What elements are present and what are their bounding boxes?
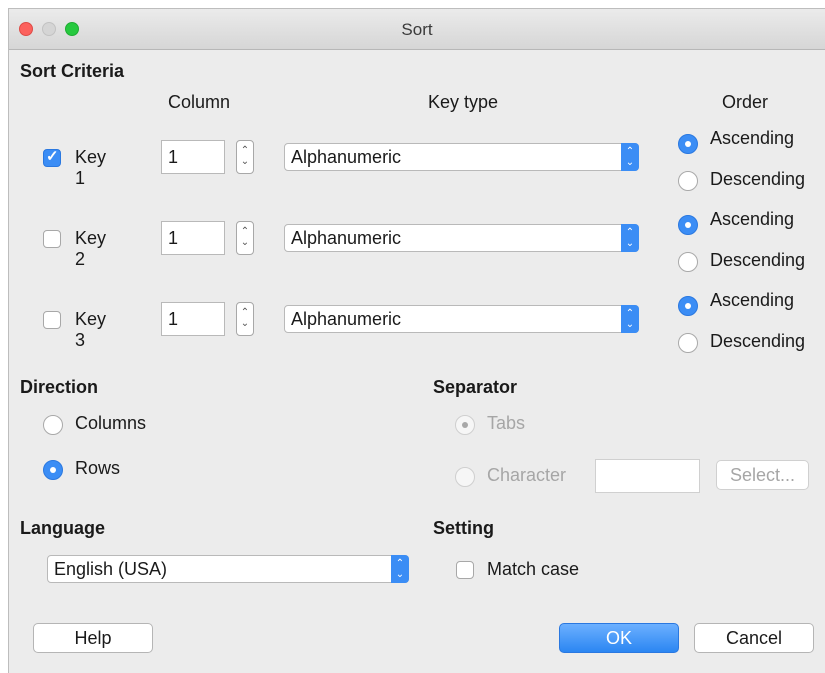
key-1-column-input[interactable]: 1 [161, 140, 225, 174]
key-2-descending-radio[interactable] [678, 252, 698, 272]
ok-button[interactable]: OK [559, 623, 679, 653]
key-3-ascending-label: Ascending [710, 290, 795, 310]
key-3-label: Key 3 [75, 309, 107, 350]
order-header: Order [722, 92, 769, 112]
window-title: Sort [401, 20, 433, 39]
direction-rows-label: Rows [75, 458, 121, 478]
select-arrows-icon: ⌃ ⌄ [391, 555, 409, 583]
language-select[interactable]: English (USA) ⌃ ⌄ [47, 555, 409, 583]
direction-rows-radio[interactable] [43, 460, 63, 480]
key-2-column-input[interactable]: 1 [161, 221, 225, 255]
column-header: Column [168, 92, 231, 112]
key-1-checkbox[interactable] [43, 147, 61, 167]
key-3-column-input[interactable]: 1 [161, 302, 225, 336]
key-1-key-type-value: Alphanumeric [291, 147, 402, 167]
sort-criteria-heading: Sort Criteria [20, 61, 125, 81]
sort-dialog: Sort Sort Criteria Column Key type Order… [8, 8, 825, 673]
direction-heading: Direction [20, 377, 99, 397]
direction-columns-label: Columns [75, 413, 147, 433]
key-2-checkbox[interactable] [43, 230, 61, 248]
title-bar: Sort [9, 9, 825, 50]
key-2-key-type-value: Alphanumeric [291, 228, 402, 248]
help-button[interactable]: Help [33, 623, 153, 653]
key-1-ascending-radio[interactable] [678, 134, 698, 154]
key-2-descending-label: Descending [710, 250, 806, 270]
match-case-checkbox[interactable] [456, 561, 474, 579]
key-2-key-type-select[interactable]: Alphanumeric ⌃ ⌄ [284, 224, 639, 252]
match-case-label: Match case [487, 559, 580, 579]
key-1-label: Key 1 [75, 147, 107, 188]
key-3-descending-radio[interactable] [678, 333, 698, 353]
key-2-ascending-label: Ascending [710, 209, 795, 229]
language-heading: Language [20, 518, 106, 538]
setting-heading: Setting [433, 518, 494, 538]
key-2-column-stepper[interactable]: ⌃ ⌄ [236, 221, 254, 255]
language-value: English (USA) [54, 559, 168, 579]
key-1-ascending-label: Ascending [710, 128, 795, 148]
select-arrows-icon: ⌃ ⌄ [621, 143, 639, 171]
select-arrows-icon: ⌃ ⌄ [621, 224, 639, 252]
separator-character-label: Character [487, 465, 567, 485]
key-3-key-type-select[interactable]: Alphanumeric ⌃ ⌄ [284, 305, 639, 333]
separator-select-button[interactable]: Select... [716, 460, 809, 490]
key-1-column-stepper[interactable]: ⌃ ⌄ [236, 140, 254, 174]
select-arrows-icon: ⌃ ⌄ [621, 305, 639, 333]
separator-heading: Separator [433, 377, 518, 397]
separator-character-input[interactable] [595, 459, 700, 493]
key-2-label: Key 2 [75, 228, 107, 269]
direction-columns-radio[interactable] [43, 415, 63, 435]
key-3-key-type-value: Alphanumeric [291, 309, 402, 329]
separator-tabs-radio[interactable] [455, 415, 475, 435]
separator-character-radio[interactable] [455, 467, 475, 487]
cancel-button[interactable]: Cancel [694, 623, 814, 653]
key-3-descending-label: Descending [710, 331, 806, 351]
key-1-key-type-select[interactable]: Alphanumeric ⌃ ⌄ [284, 143, 639, 171]
key-type-header: Key type [428, 92, 499, 112]
separator-tabs-label: Tabs [487, 413, 526, 433]
key-3-checkbox[interactable] [43, 311, 61, 329]
key-2-ascending-radio[interactable] [678, 215, 698, 235]
key-1-descending-label: Descending [710, 169, 806, 189]
key-3-ascending-radio[interactable] [678, 296, 698, 316]
key-3-column-stepper[interactable]: ⌃ ⌄ [236, 302, 254, 336]
key-1-descending-radio[interactable] [678, 171, 698, 191]
